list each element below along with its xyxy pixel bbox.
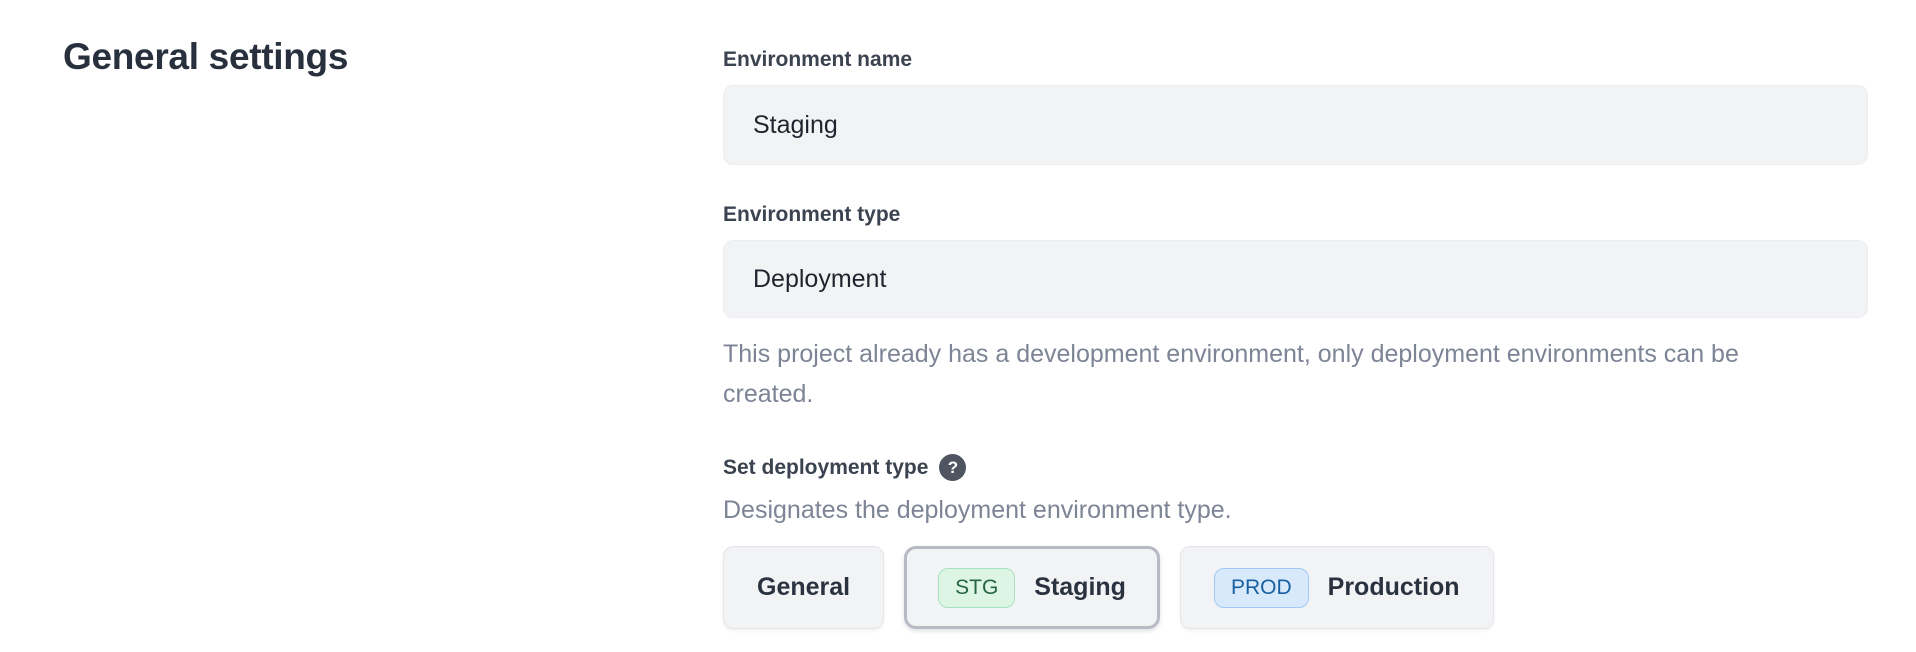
environment-name-label: Environment name xyxy=(723,48,1868,72)
prod-badge: PROD xyxy=(1214,568,1309,608)
environment-name-group: Environment name xyxy=(723,48,1868,165)
question-mark-help-icon[interactable]: ? xyxy=(939,454,966,481)
staging-button-label: Staging xyxy=(1034,573,1126,602)
deployment-type-label: Set deployment type xyxy=(723,456,928,480)
stg-badge: STG xyxy=(938,568,1015,608)
deployment-type-label-row: Set deployment type ? xyxy=(723,454,1868,481)
deployment-type-general-button[interactable]: General xyxy=(723,546,884,629)
environment-type-input[interactable] xyxy=(723,240,1868,318)
environment-type-group: Environment type This project already ha… xyxy=(723,203,1868,414)
production-button-label: Production xyxy=(1328,573,1460,602)
deployment-type-production-button[interactable]: PROD Production xyxy=(1180,546,1494,629)
settings-page: General settings Environment name Enviro… xyxy=(0,0,1916,629)
general-button-label: General xyxy=(757,573,850,602)
environment-name-input[interactable] xyxy=(723,85,1868,165)
environment-type-help-text: This project already has a development e… xyxy=(723,334,1823,414)
page-title: General settings xyxy=(63,36,723,78)
section-header-column: General settings xyxy=(63,0,723,629)
environment-form: Environment name Environment type This p… xyxy=(723,0,1868,629)
deployment-type-staging-button[interactable]: STG Staging xyxy=(904,546,1160,629)
environment-type-label: Environment type xyxy=(723,203,1868,227)
deployment-type-options: General STG Staging PROD Production xyxy=(723,546,1868,629)
deployment-type-description: Designates the deployment environment ty… xyxy=(723,496,1868,525)
